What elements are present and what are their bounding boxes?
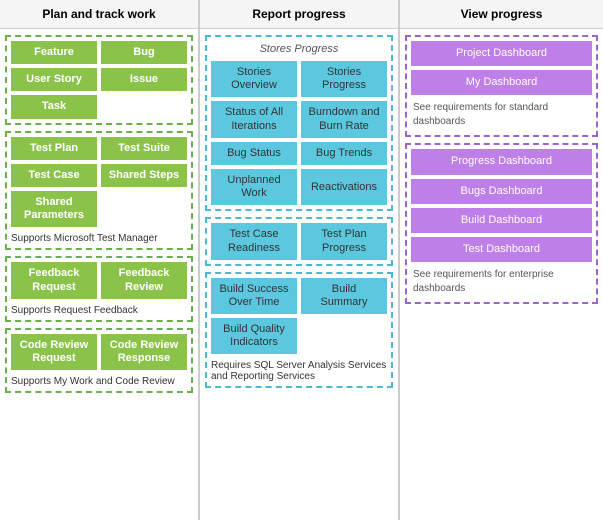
report-pair-1: Stories Overview Stories Progress: [211, 61, 387, 97]
plan-body: Feature Bug User Story Issue Task Test P…: [0, 29, 198, 520]
burndown-burn-rate-button[interactable]: Burndown and Burn Rate: [301, 101, 387, 137]
report-panel: Report progress Stores Progress Stories …: [200, 0, 400, 520]
test-suite-button[interactable]: Test Suite: [101, 137, 187, 160]
feature-button[interactable]: Feature: [11, 41, 97, 64]
bug-status-button[interactable]: Bug Status: [211, 142, 297, 165]
shared-params-button[interactable]: Shared Parameters: [11, 191, 97, 227]
report-body: Stores Progress Stories Overview Stories…: [200, 29, 398, 520]
stories-overview-button[interactable]: Stories Overview: [211, 61, 297, 97]
code-review-response-button[interactable]: Code Review Response: [101, 334, 187, 370]
build-dashboard-button[interactable]: Build Dashboard: [411, 208, 592, 233]
report-build-pair-1: Build Success Over Time Build Summary: [211, 278, 387, 314]
standard-dashboards-note: See requirements for standard dashboards: [411, 99, 592, 131]
plan-header: Plan and track work: [0, 0, 198, 29]
test-plan-progress-button[interactable]: Test Plan Progress: [301, 223, 387, 259]
build-report-section: Build Success Over Time Build Summary Bu…: [205, 272, 393, 389]
work-items-row3: Task: [11, 95, 187, 118]
report-build-single-row: Build Quality Indicators: [211, 318, 387, 354]
task-button[interactable]: Task: [11, 95, 97, 118]
work-items-row2: User Story Issue: [11, 68, 187, 91]
test-case-readiness-button[interactable]: Test Case Readiness: [211, 223, 297, 259]
test-section-note: Supports Microsoft Test Manager: [11, 233, 187, 244]
project-dashboard-button[interactable]: Project Dashboard: [411, 41, 592, 66]
view-body: Project Dashboard My Dashboard See requi…: [400, 29, 603, 520]
test-row1: Test Plan Test Suite: [11, 137, 187, 160]
code-review-row1: Code Review Request Code Review Response: [11, 334, 187, 370]
standard-dashboards-section: Project Dashboard My Dashboard See requi…: [405, 35, 598, 137]
stories-progress-button[interactable]: Stories Progress: [301, 61, 387, 97]
bug-trends-button[interactable]: Bug Trends: [301, 142, 387, 165]
issue-button[interactable]: Issue: [101, 68, 187, 91]
code-review-request-button[interactable]: Code Review Request: [11, 334, 97, 370]
report-header: Report progress: [200, 0, 398, 29]
test-report-section: Test Case Readiness Test Plan Progress: [205, 217, 393, 265]
build-success-over-time-button[interactable]: Build Success Over Time: [211, 278, 297, 314]
bugs-dashboard-button[interactable]: Bugs Dashboard: [411, 179, 592, 204]
feedback-section-note: Supports Request Feedback: [11, 305, 187, 316]
feedback-review-button[interactable]: Feedback Review: [101, 262, 187, 298]
code-review-section-note: Supports My Work and Code Review: [11, 376, 187, 387]
enterprise-dashboards-section: Progress Dashboard Bugs Dashboard Build …: [405, 143, 598, 304]
status-all-iterations-button[interactable]: Status of All Iterations: [211, 101, 297, 137]
report-pair-2: Status of All Iterations Burndown and Bu…: [211, 101, 387, 137]
test-row2: Test Case Shared Steps: [11, 164, 187, 187]
enterprise-dashboards-note: See requirements for enterprise dashboar…: [411, 266, 592, 298]
stores-label: Stores Progress: [211, 41, 387, 57]
my-dashboard-button[interactable]: My Dashboard: [411, 70, 592, 95]
test-section: Test Plan Test Suite Test Case Shared St…: [5, 131, 193, 251]
view-header: View progress: [400, 0, 603, 29]
unplanned-work-button[interactable]: Unplanned Work: [211, 169, 297, 205]
work-items-row1: Feature Bug: [11, 41, 187, 64]
build-summary-button[interactable]: Build Summary: [301, 278, 387, 314]
build-section-note: Requires SQL Server Analysis Services an…: [211, 360, 387, 382]
code-review-section: Code Review Request Code Review Response…: [5, 328, 193, 393]
bug-button[interactable]: Bug: [101, 41, 187, 64]
test-row3: Shared Parameters: [11, 191, 187, 227]
progress-dashboard-button[interactable]: Progress Dashboard: [411, 149, 592, 174]
user-story-button[interactable]: User Story: [11, 68, 97, 91]
feedback-request-button[interactable]: Feedback Request: [11, 262, 97, 298]
feedback-section: Feedback Request Feedback Review Support…: [5, 256, 193, 321]
plan-panel: Plan and track work Feature Bug User Sto…: [0, 0, 200, 520]
stories-section: Stores Progress Stories Overview Stories…: [205, 35, 393, 211]
work-items-section: Feature Bug User Story Issue Task: [5, 35, 193, 125]
test-dashboard-button[interactable]: Test Dashboard: [411, 237, 592, 262]
report-pair-3: Bug Status Bug Trends: [211, 142, 387, 165]
build-quality-indicators-button[interactable]: Build Quality Indicators: [211, 318, 297, 354]
report-test-pair-1: Test Case Readiness Test Plan Progress: [211, 223, 387, 259]
test-plan-button[interactable]: Test Plan: [11, 137, 97, 160]
view-panel: View progress Project Dashboard My Dashb…: [400, 0, 603, 520]
test-case-button[interactable]: Test Case: [11, 164, 97, 187]
main-layout: Plan and track work Feature Bug User Sto…: [0, 0, 603, 520]
report-pair-4: Unplanned Work Reactivations: [211, 169, 387, 205]
shared-steps-button[interactable]: Shared Steps: [101, 164, 187, 187]
feedback-row1: Feedback Request Feedback Review: [11, 262, 187, 298]
reactivations-button[interactable]: Reactivations: [301, 169, 387, 205]
